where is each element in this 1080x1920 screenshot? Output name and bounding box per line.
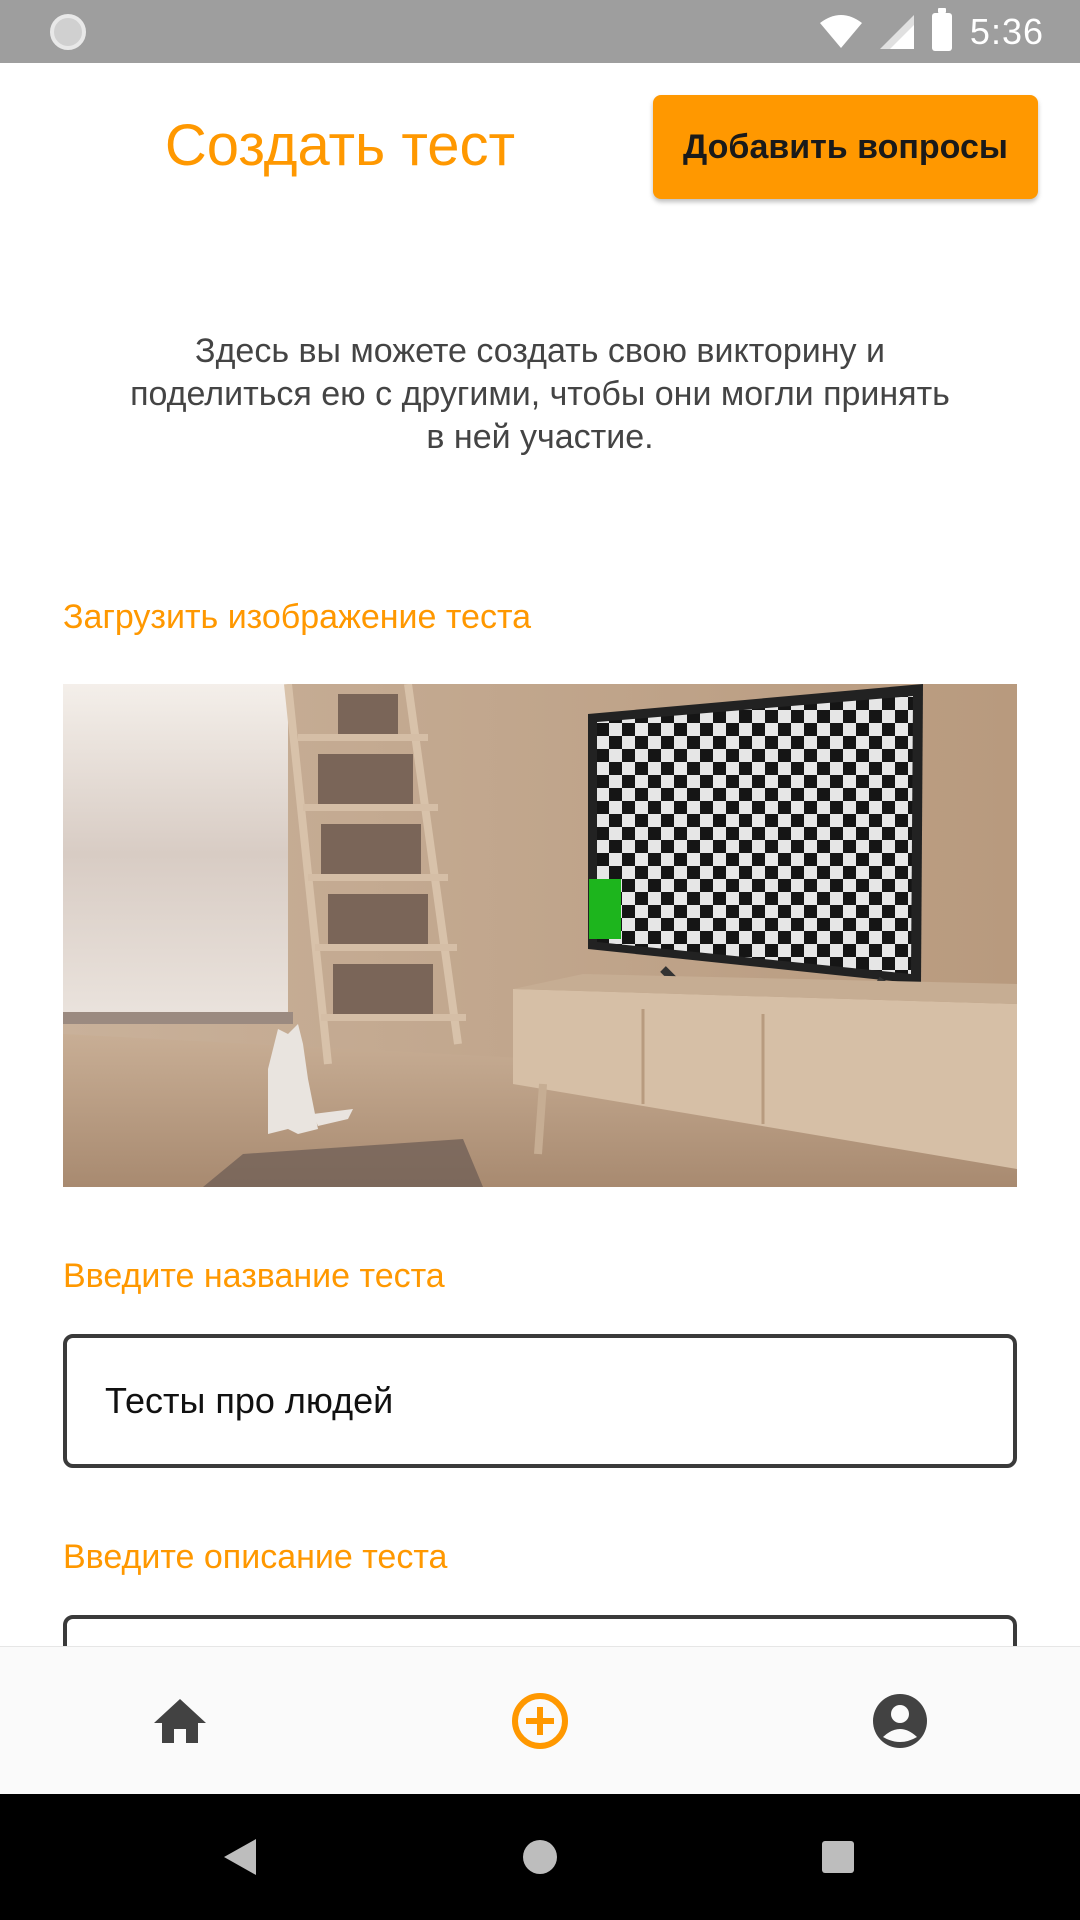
account-circle-icon bbox=[873, 1694, 927, 1748]
system-navigation-bar bbox=[0, 1794, 1080, 1920]
quiz-name-field[interactable] bbox=[63, 1334, 1017, 1468]
wifi-icon bbox=[819, 14, 862, 48]
add-questions-button[interactable]: Добавить вопросы bbox=[653, 95, 1038, 199]
nav-profile-button[interactable] bbox=[800, 1647, 1000, 1795]
home-circle-icon bbox=[523, 1840, 557, 1874]
quiz-description-label: Введите описание теста bbox=[63, 1538, 448, 1576]
bottom-navigation bbox=[0, 1646, 1080, 1794]
status-bar: 5:36 bbox=[0, 0, 1080, 63]
page-title: Создать тест bbox=[164, 113, 516, 178]
quiz-name-input[interactable] bbox=[67, 1338, 1013, 1464]
add-circle-icon bbox=[512, 1693, 568, 1749]
upload-image-label: Загрузить изображение теста bbox=[63, 598, 532, 636]
status-time: 5:36 bbox=[969, 10, 1044, 52]
back-icon bbox=[224, 1839, 256, 1875]
intro-text: Здесь вы можете создать свою викторину и… bbox=[130, 332, 950, 456]
recents-icon bbox=[822, 1841, 854, 1873]
quiz-name-label: Введите название теста bbox=[63, 1257, 445, 1295]
nav-home-button[interactable] bbox=[80, 1647, 280, 1795]
home-system-button[interactable] bbox=[512, 1829, 568, 1885]
nav-create-button[interactable] bbox=[440, 1647, 640, 1795]
quiz-image-preview[interactable] bbox=[63, 684, 1017, 1187]
sync-icon bbox=[50, 14, 86, 50]
home-icon bbox=[154, 1699, 206, 1743]
battery-icon bbox=[931, 7, 952, 51]
recents-button[interactable] bbox=[810, 1829, 866, 1885]
signal-icon bbox=[879, 14, 914, 49]
status-icons: 5:36 bbox=[819, 0, 1044, 63]
room-illustration bbox=[63, 684, 1017, 1187]
back-button[interactable] bbox=[212, 1829, 268, 1885]
